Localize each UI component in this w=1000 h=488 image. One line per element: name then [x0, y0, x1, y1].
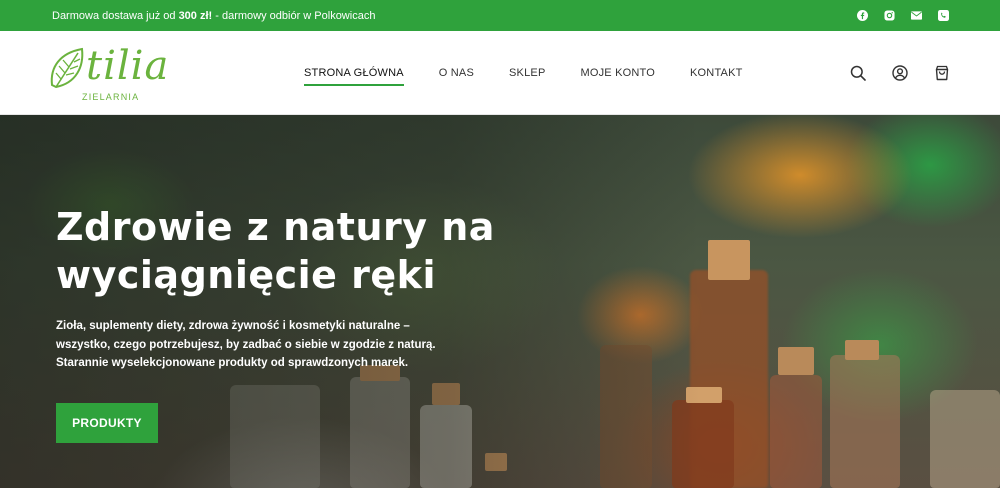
promo-text-bold: 300 zł!: [178, 9, 213, 22]
nav-item-contact[interactable]: KONTAKT: [690, 31, 743, 115]
logo[interactable]: tilia ZIELARNIA: [48, 39, 173, 107]
nav-item-home[interactable]: STRONA GŁÓWNA: [304, 31, 404, 115]
hero-banner: Zdrowie z natury na wyciągnięcie ręki Zi…: [0, 115, 1000, 488]
email-icon[interactable]: [910, 9, 923, 22]
search-icon[interactable]: [850, 65, 866, 81]
promo-text-suffix: - darmowy odbiór w Polkowicach: [212, 9, 376, 22]
promo-bar: Darmowa dostawa już od 300 zł! - darmowy…: [0, 0, 1000, 31]
promo-text-prefix: Darmowa dostawa już od: [52, 9, 179, 22]
nav-item-account[interactable]: MOJE KONTO: [580, 31, 655, 115]
logo-subtitle: ZIELARNIA: [82, 92, 140, 102]
site-header: tilia ZIELARNIA STRONA GŁÓWNA O NAS SKLE…: [0, 31, 1000, 115]
phone-icon[interactable]: [937, 9, 950, 22]
account-icon[interactable]: [892, 65, 908, 81]
nav-item-shop[interactable]: SKLEP: [509, 31, 545, 115]
logo-wordmark: tilia: [86, 43, 170, 89]
nav-item-about[interactable]: O NAS: [439, 31, 474, 115]
main-nav: STRONA GŁÓWNA O NAS SKLEP MOJE KONTO KON…: [304, 31, 778, 115]
instagram-icon[interactable]: [883, 9, 896, 22]
hero-description: Zioła, suplementy diety, zdrowa żywność …: [56, 320, 436, 369]
leaf-logo-icon: [50, 47, 84, 89]
hero-title: Zdrowie z natury na wyciągnięcie ręki: [56, 205, 495, 297]
social-links: [856, 0, 950, 31]
promo-message: Darmowa dostawa już od 300 zł! - darmowy…: [52, 10, 375, 22]
products-button[interactable]: PRODUKTY: [56, 403, 158, 443]
header-actions: [850, 31, 950, 115]
cart-icon[interactable]: [934, 65, 950, 81]
facebook-icon[interactable]: [856, 9, 869, 22]
